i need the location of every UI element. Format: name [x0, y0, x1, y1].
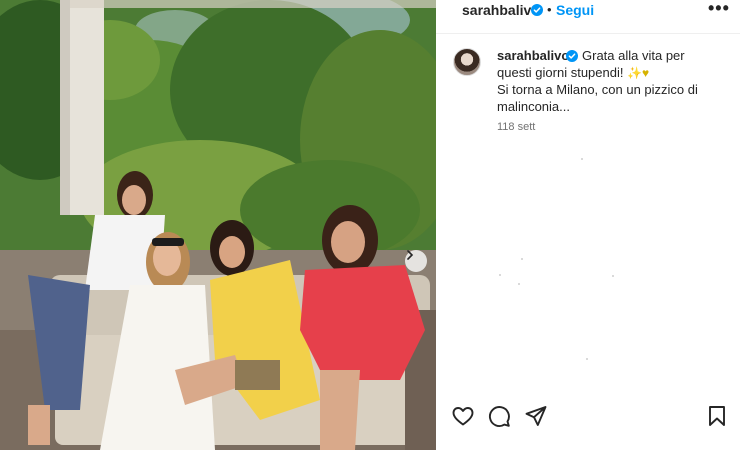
verified-badge-icon [566, 50, 578, 62]
verified-badge-icon [531, 4, 543, 16]
artifact-dot [521, 258, 523, 260]
follow-button[interactable]: Segui [556, 1, 594, 19]
artifact-dot [581, 158, 583, 160]
paper-plane-icon[interactable] [524, 404, 548, 428]
bookmark-icon[interactable] [705, 404, 729, 428]
caption-username-link[interactable]: sarahbalivo [497, 47, 569, 65]
caption-text-line2: questi giorni stupendi! ✨♥ [497, 64, 649, 82]
artifact-dot [612, 275, 614, 277]
avatar[interactable] [453, 48, 481, 76]
artifact-dot [586, 358, 588, 360]
next-photo-button[interactable] [405, 250, 427, 272]
post-header: sarahbalivo • Segui ••• [436, 0, 740, 34]
caption-text-line3: Si torna a Milano, con un pizzico di [497, 82, 698, 97]
heart-icon[interactable] [451, 404, 475, 428]
caption-text-line4: malinconia... [497, 99, 570, 114]
more-options-icon[interactable]: ••• [708, 0, 730, 19]
comment-icon[interactable] [487, 404, 511, 428]
post-actions-bar [436, 404, 740, 434]
artifact-dot [499, 274, 501, 276]
caption-text-line1: Grata alla vita per [582, 48, 685, 63]
post-sidebar: sarahbalivo • Segui ••• sarahbalivo Grat… [436, 0, 740, 450]
chevron-right-icon [407, 250, 414, 260]
photo-illustration [0, 0, 436, 450]
artifact-dot [518, 283, 520, 285]
post-timestamp[interactable]: 118 sett [497, 121, 535, 133]
caption-text-line2-words: questi giorni stupendi! [497, 65, 624, 80]
sparkle-heart-emoji: ✨♥ [627, 66, 650, 80]
post-photo [0, 0, 436, 450]
header-username-link[interactable]: sarahbalivo [462, 1, 540, 19]
separator-dot: • [547, 2, 552, 17]
